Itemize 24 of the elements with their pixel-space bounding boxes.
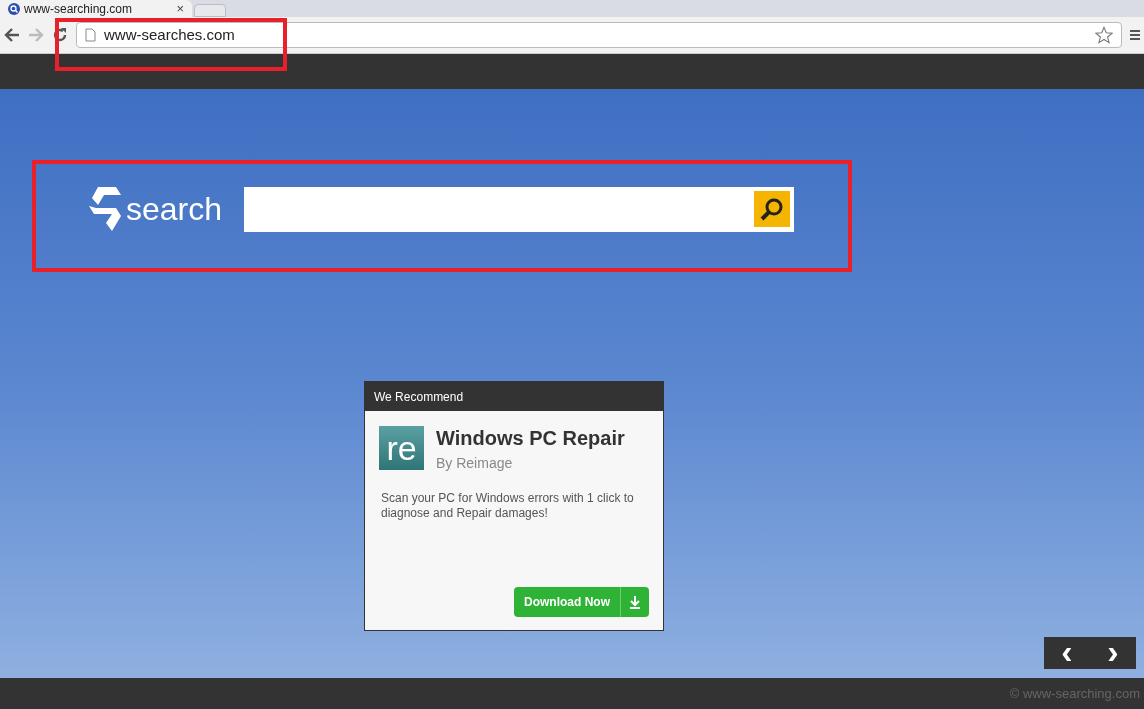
page-icon xyxy=(85,28,96,42)
ad-byline: By Reimage xyxy=(436,454,514,473)
search-icon xyxy=(760,197,785,221)
logo-icon xyxy=(88,186,122,232)
ad-description: Scan your PC for Windows errors with 1 click to diagnose and Repair damages! xyxy=(380,491,635,521)
search-icon xyxy=(8,2,20,15)
search-button[interactable] xyxy=(754,191,791,227)
download-icon xyxy=(630,595,640,609)
ad-title: Windows PC Repair xyxy=(436,426,625,451)
menu-icon[interactable] xyxy=(1130,28,1140,42)
previous-button[interactable]: ‹ xyxy=(1061,634,1073,668)
tab-title: www-searching.com xyxy=(24,2,134,15)
next-button[interactable]: › xyxy=(1107,634,1119,668)
ad-header: We Recommend xyxy=(365,382,663,411)
search-field[interactable] xyxy=(244,186,795,232)
reload-icon[interactable] xyxy=(52,27,68,43)
address-bar[interactable]: www-searches.com xyxy=(76,22,1122,48)
logo-text: search xyxy=(126,193,223,225)
star-icon[interactable] xyxy=(1095,26,1113,44)
back-arrow-icon[interactable] xyxy=(4,28,20,42)
close-button[interactable]: × xyxy=(176,2,184,15)
url-text: www-searches.com xyxy=(104,24,236,45)
app-logo: re xyxy=(379,426,424,470)
browser-tab[interactable]: www-searching.com × xyxy=(0,0,192,17)
